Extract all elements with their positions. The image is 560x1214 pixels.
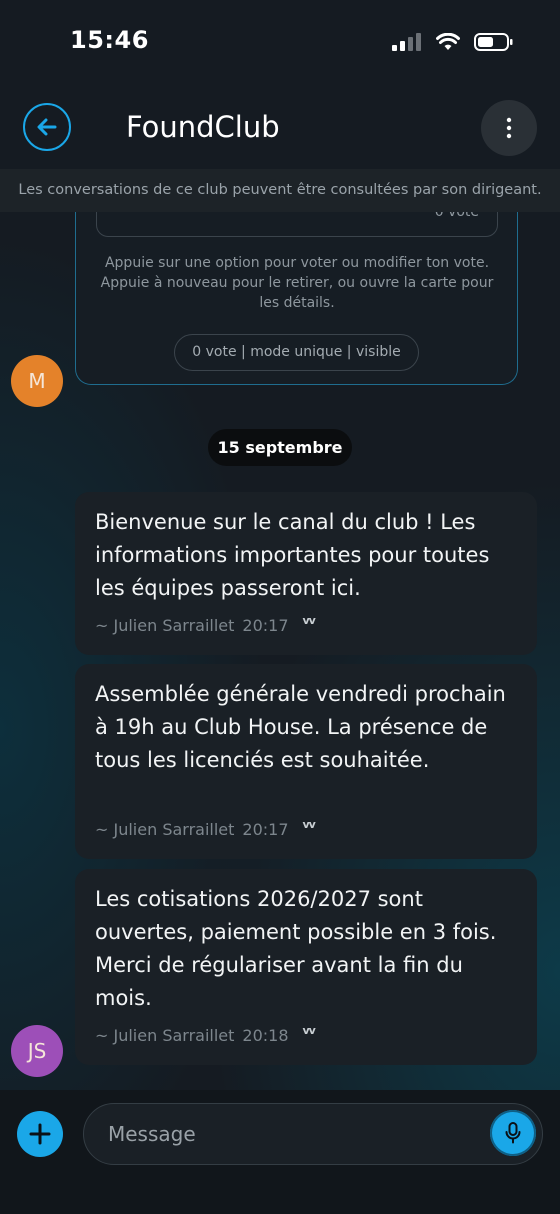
chat-title: FoundClub bbox=[126, 110, 280, 144]
wifi-icon bbox=[436, 33, 460, 50]
add-attachment-button[interactable] bbox=[17, 1111, 63, 1157]
back-button[interactable] bbox=[23, 103, 71, 151]
message-composer bbox=[0, 1090, 560, 1214]
voice-message-button[interactable] bbox=[490, 1110, 536, 1156]
message-author: ~ Julien Sarraillet bbox=[95, 820, 235, 839]
message-text: Bienvenue sur le canal du club ! Les inf… bbox=[95, 510, 490, 600]
date-separator: 15 septembre bbox=[208, 429, 352, 466]
message-meta: ~ Julien Sarraillet 20:18 vv bbox=[95, 1024, 316, 1045]
message-input[interactable] bbox=[106, 1104, 480, 1164]
read-receipt-icon: vv bbox=[302, 818, 316, 831]
message-author: ~ Julien Sarraillet bbox=[95, 616, 235, 635]
message-text: Les cotisations 2026/2027 sont ouvertes,… bbox=[95, 887, 497, 1010]
cellular-signal-icon bbox=[392, 33, 421, 51]
read-receipt-icon: vv bbox=[302, 614, 316, 627]
message-time: 20:18 bbox=[242, 1026, 289, 1045]
poll-help-text: Appuie sur une option pour voter ou modi… bbox=[100, 255, 494, 311]
message-bubble[interactable]: Bienvenue sur le canal du club ! Les inf… bbox=[75, 492, 537, 655]
message-meta: ~ Julien Sarraillet 20:17 vv bbox=[95, 614, 316, 635]
message-author: ~ Julien Sarraillet bbox=[95, 1026, 235, 1045]
microphone-icon bbox=[505, 1122, 521, 1144]
avatar[interactable]: M bbox=[11, 355, 63, 407]
message-bubble[interactable]: Assemblée générale vendredi prochain à 1… bbox=[75, 664, 537, 859]
poll-summary[interactable]: 0 vote | mode unique | visible bbox=[174, 334, 419, 371]
message-time: 20:17 bbox=[242, 820, 289, 839]
message-text: Assemblée générale vendredi prochain à 1… bbox=[95, 682, 506, 772]
vertical-dots-icon bbox=[506, 117, 512, 139]
privacy-notice: Les conversations de ce club peuvent êtr… bbox=[0, 169, 560, 212]
chat-header: FoundClub bbox=[0, 90, 560, 170]
status-time: 15:46 bbox=[70, 26, 149, 54]
battery-icon bbox=[474, 33, 513, 51]
plus-icon bbox=[29, 1123, 51, 1145]
message-meta: ~ Julien Sarraillet 20:17 vv bbox=[95, 818, 316, 839]
arrow-left-icon bbox=[37, 118, 57, 136]
status-icons bbox=[392, 32, 514, 52]
read-receipt-icon: vv bbox=[302, 1024, 316, 1037]
more-options-button[interactable] bbox=[481, 100, 537, 156]
message-time: 20:17 bbox=[242, 616, 289, 635]
message-input-wrapper bbox=[83, 1103, 543, 1165]
avatar[interactable]: JS bbox=[11, 1025, 63, 1077]
status-bar: 15:46 bbox=[0, 0, 560, 84]
message-bubble[interactable]: Les cotisations 2026/2027 sont ouvertes,… bbox=[75, 869, 537, 1065]
